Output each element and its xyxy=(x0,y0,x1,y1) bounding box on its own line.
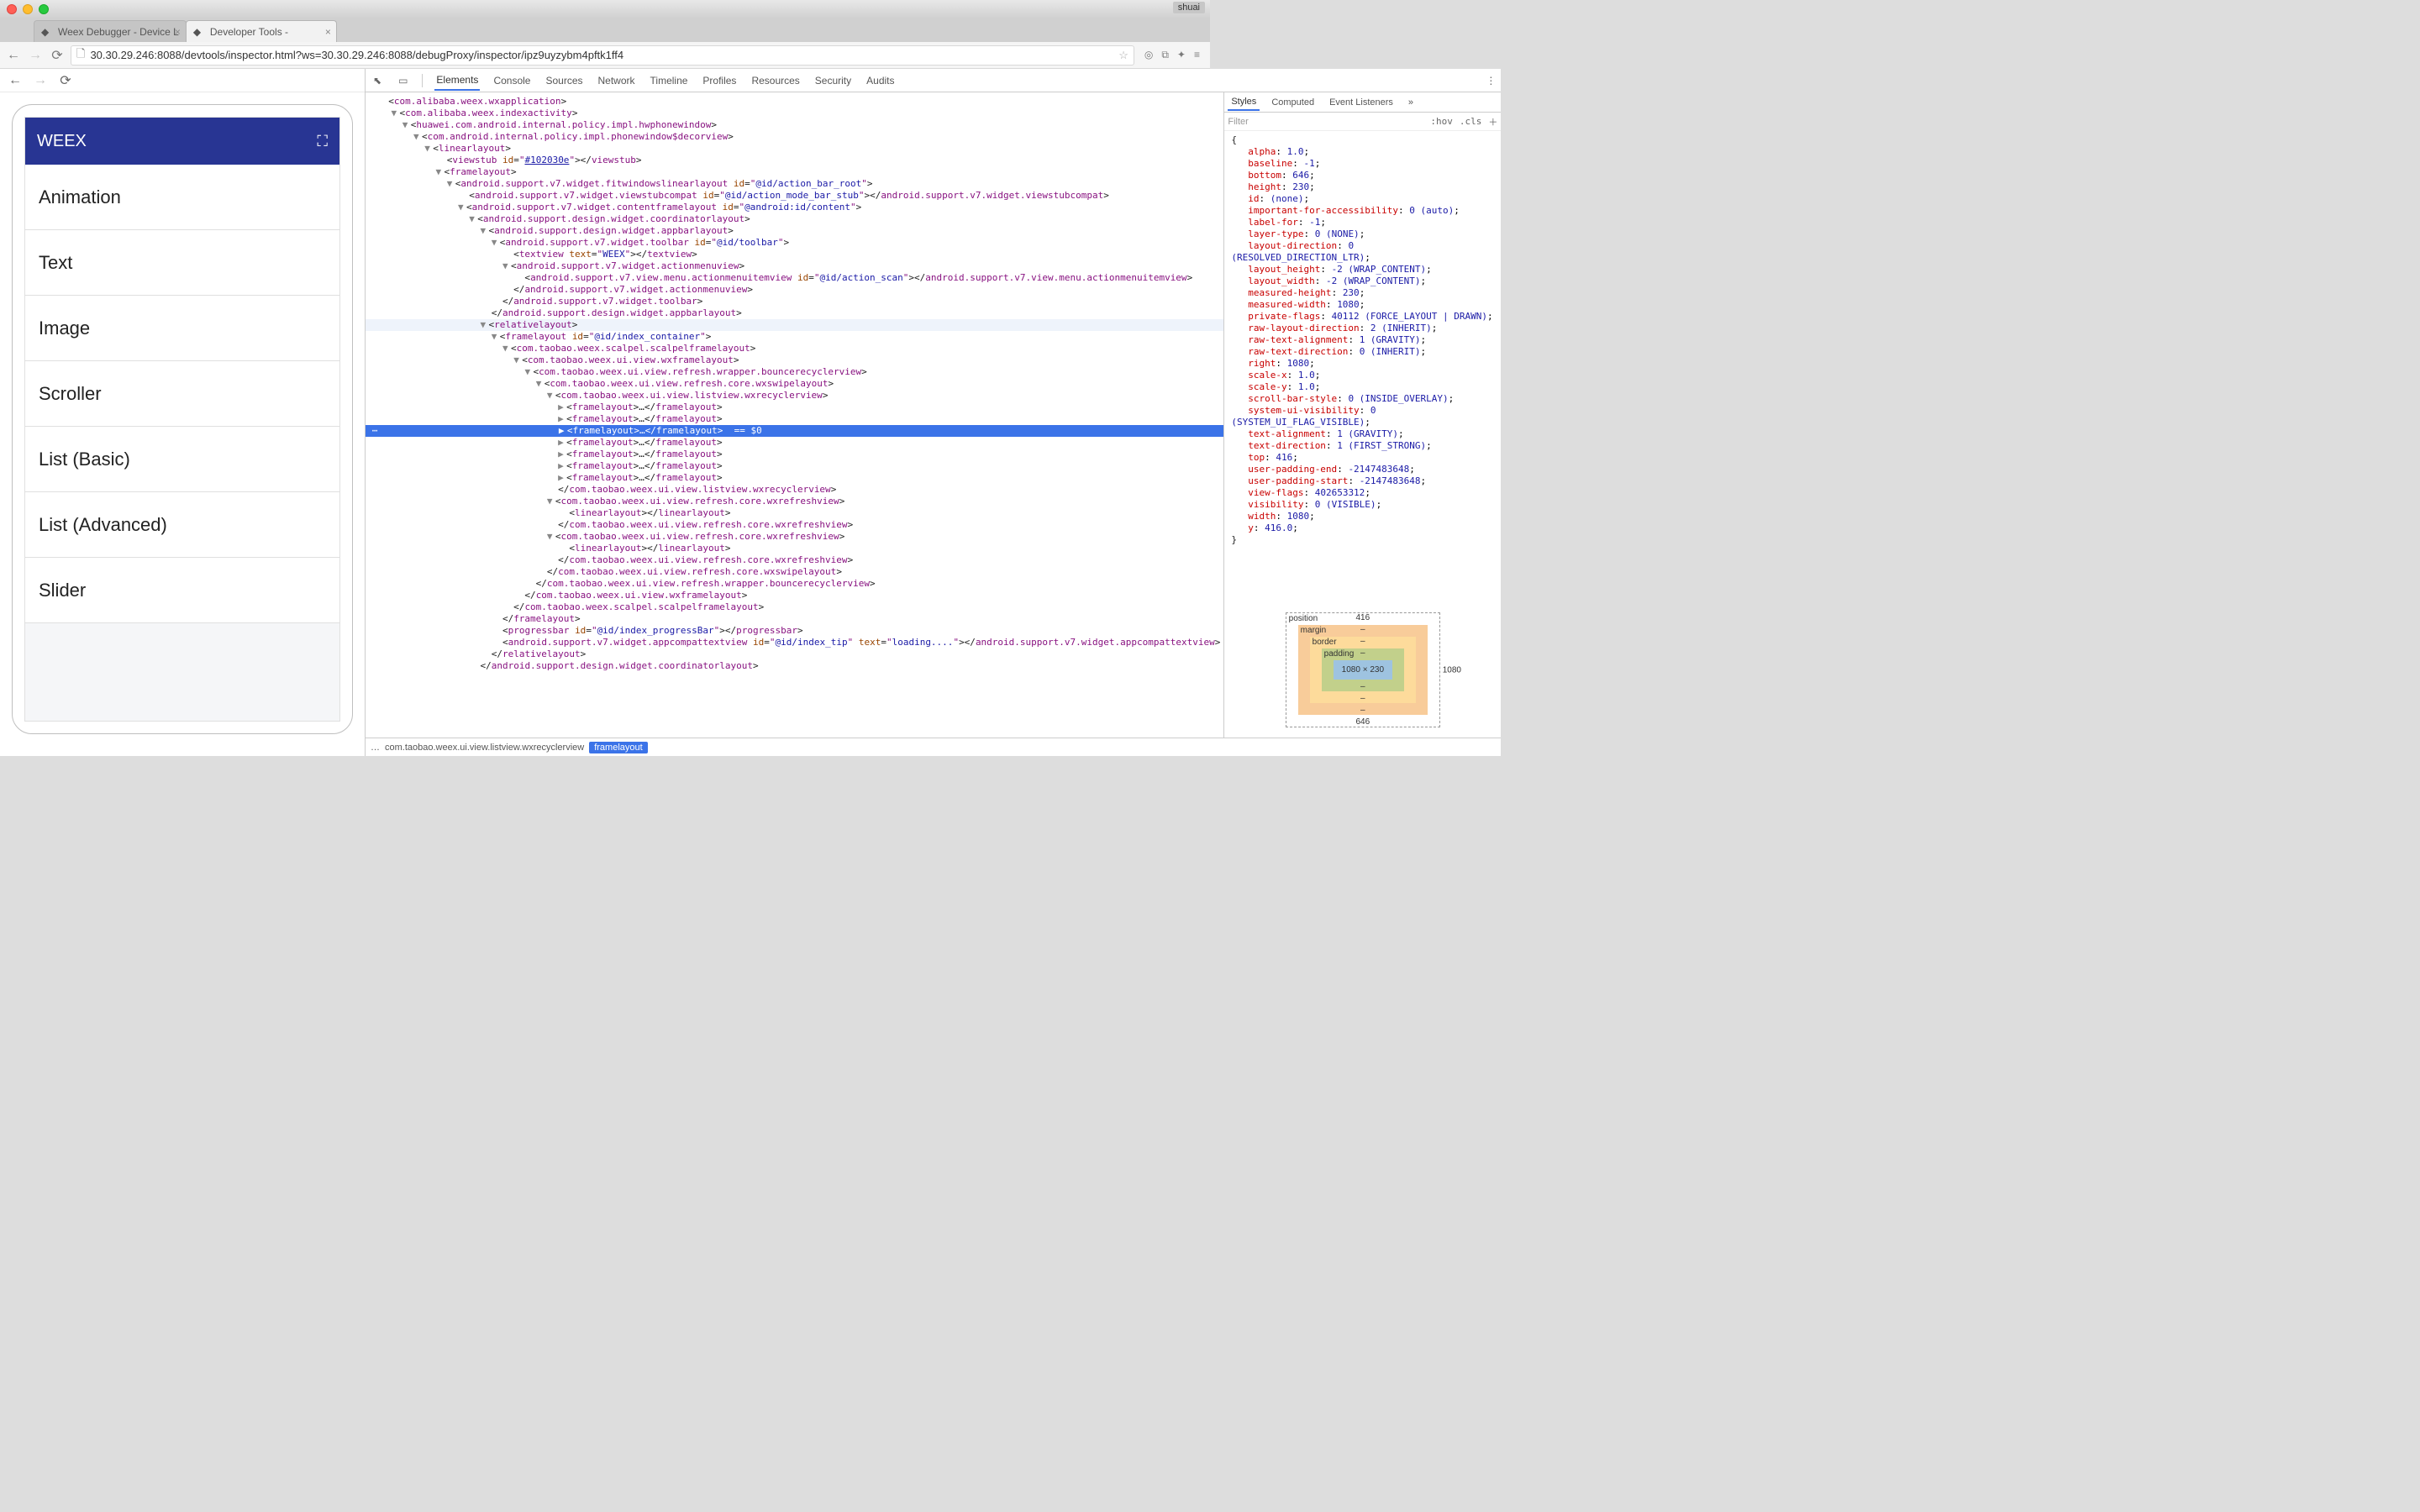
site-info-icon[interactable]: 🗋 xyxy=(76,46,85,65)
tab-console[interactable]: Console xyxy=(492,71,532,90)
devtools-menu-icon[interactable]: ⋮ xyxy=(1486,75,1496,87)
favicon-icon: ◆ xyxy=(193,26,205,38)
box-model-value: – xyxy=(1360,706,1365,715)
box-model-diagram: position 416 1080 646 margin – – border … xyxy=(1224,602,1501,738)
device-preview-pane: ← → ⟳ WEEX ⛶ Animation Text Image Scroll… xyxy=(0,69,365,756)
scan-icon[interactable]: ⛶ xyxy=(317,133,328,150)
extension-icons: ◎ ⧉ ✦ ≡ xyxy=(1139,49,1205,61)
list-item-label: Animation xyxy=(39,186,121,208)
list-item-label: List (Advanced) xyxy=(39,514,167,536)
box-model-value: – xyxy=(1360,694,1365,703)
device-screen[interactable]: WEEX ⛶ Animation Text Image Scroller Lis… xyxy=(24,117,340,722)
tab-elements[interactable]: Elements xyxy=(434,71,480,91)
box-model-border-label: border xyxy=(1313,638,1337,647)
close-tab-icon[interactable]: × xyxy=(175,26,181,38)
tab-security[interactable]: Security xyxy=(813,71,853,90)
tab-profiles[interactable]: Profiles xyxy=(701,71,738,90)
app-title: WEEX xyxy=(37,132,87,151)
breadcrumb-ellipsis[interactable]: … xyxy=(371,743,380,753)
list-item-label: Slider xyxy=(39,580,86,601)
preview-toolbar: ← → ⟳ xyxy=(0,69,365,92)
breadcrumb-current[interactable]: framelayout xyxy=(589,742,647,753)
preview-reload-button[interactable]: ⟳ xyxy=(57,72,74,89)
styles-tab-computed[interactable]: Computed xyxy=(1268,95,1318,110)
styles-filter-input[interactable]: Filter xyxy=(1228,117,1248,127)
list-item[interactable]: List (Advanced) xyxy=(25,492,339,558)
styles-tabbar: Styles Computed Event Listeners » xyxy=(1224,92,1501,113)
forward-button[interactable]: → xyxy=(27,47,44,64)
tab-title: Weex Debugger - Device L xyxy=(58,26,179,38)
zoom-window-button[interactable] xyxy=(39,4,49,14)
box-model-value: – xyxy=(1360,625,1365,634)
styles-filter-bar: Filter :hov .cls ＋ xyxy=(1224,113,1501,131)
box-model-margin-label: margin xyxy=(1301,626,1327,635)
box-model-value: – xyxy=(1360,648,1365,658)
list-item[interactable]: Scroller xyxy=(25,361,339,427)
browser-tab-devtools[interactable]: ◆ Developer Tools - × xyxy=(186,20,337,42)
extension-icon[interactable]: ✦ xyxy=(1177,49,1186,61)
address-bar: ← → ⟳ 🗋 30.30.29.246:8088/devtools/inspe… xyxy=(0,42,1210,69)
styles-tab-event-listeners[interactable]: Event Listeners xyxy=(1326,95,1397,110)
app-header: WEEX ⛶ xyxy=(25,118,339,165)
list-item[interactable]: Slider xyxy=(25,558,339,623)
box-model-position-top: 416 xyxy=(1355,613,1370,622)
traffic-lights xyxy=(7,4,49,14)
box-model-position-right: 1080 xyxy=(1443,665,1461,675)
chrome-menu-icon[interactable]: ≡ xyxy=(1194,49,1200,61)
list-item[interactable]: List (Basic) xyxy=(25,427,339,492)
list-item[interactable]: Text xyxy=(25,230,339,296)
list-item[interactable]: Image xyxy=(25,296,339,361)
preview-back-button[interactable]: ← xyxy=(7,72,24,89)
devtools-panel: ⬉ ▭ Elements Console Sources Network Tim… xyxy=(365,69,1501,756)
box-model-position-bottom: 646 xyxy=(1355,717,1370,727)
cls-toggle[interactable]: .cls xyxy=(1460,116,1482,127)
styles-properties[interactable]: { alpha: 1.0; baseline: -1; bottom: 646;… xyxy=(1224,131,1501,602)
hov-toggle[interactable]: :hov xyxy=(1430,116,1453,127)
tab-timeline[interactable]: Timeline xyxy=(649,71,690,90)
box-model-value: – xyxy=(1360,637,1365,646)
list-item-label: Text xyxy=(39,252,72,274)
minimize-window-button[interactable] xyxy=(23,4,33,14)
tab-resources[interactable]: Resources xyxy=(750,71,801,90)
device-toolbar-icon[interactable]: ▭ xyxy=(396,75,410,87)
url-text: 30.30.29.246:8088/devtools/inspector.htm… xyxy=(90,49,623,61)
profile-badge[interactable]: shuai xyxy=(1173,2,1205,13)
window-titlebar: shuai xyxy=(0,0,1210,18)
browser-tabstrip: ◆ Weex Debugger - Device L × ◆ Developer… xyxy=(0,18,1210,42)
breadcrumb-parent[interactable]: com.taobao.weex.ui.view.listview.wxrecyc… xyxy=(385,743,584,753)
devtools-tabbar: ⬉ ▭ Elements Console Sources Network Tim… xyxy=(366,69,1501,92)
tab-sources[interactable]: Sources xyxy=(544,71,584,90)
bookmark-star-icon[interactable]: ☆ xyxy=(1118,49,1128,62)
inspect-element-icon[interactable]: ⬉ xyxy=(371,75,384,87)
box-model-content: 1080 × 230 xyxy=(1334,660,1392,680)
styles-tab-more-icon[interactable]: » xyxy=(1405,95,1417,110)
device-frame: WEEX ⛶ Animation Text Image Scroller Lis… xyxy=(12,104,353,734)
list-item-label: List (Basic) xyxy=(39,449,130,470)
separator xyxy=(422,74,423,87)
preview-forward-button[interactable]: → xyxy=(32,72,49,89)
back-button[interactable]: ← xyxy=(5,47,22,64)
styles-pane: Styles Computed Event Listeners » Filter… xyxy=(1223,92,1501,738)
list-item-label: Image xyxy=(39,318,90,339)
styles-tab-styles[interactable]: Styles xyxy=(1228,94,1260,111)
box-model-padding-label: padding xyxy=(1324,649,1355,659)
box-model-position-label: position xyxy=(1289,614,1318,623)
tab-network[interactable]: Network xyxy=(597,71,637,90)
omnibox[interactable]: 🗋 30.30.29.246:8088/devtools/inspector.h… xyxy=(71,45,1134,66)
new-style-rule-icon[interactable]: ＋ xyxy=(1488,115,1497,129)
reload-button[interactable]: ⟳ xyxy=(49,47,66,64)
list-item[interactable]: Animation xyxy=(25,165,339,230)
elements-tree[interactable]: <com.alibaba.weex.wxapplication> ▼<com.a… xyxy=(366,92,1223,738)
browser-tab-weex-debugger[interactable]: ◆ Weex Debugger - Device L × xyxy=(34,20,187,42)
favicon-icon: ◆ xyxy=(41,26,53,38)
close-window-button[interactable] xyxy=(7,4,17,14)
elements-breadcrumb[interactable]: … com.taobao.weex.ui.view.listview.wxrec… xyxy=(366,738,1501,756)
extension-icon[interactable]: ◎ xyxy=(1144,49,1153,61)
tab-title: Developer Tools - xyxy=(210,26,288,38)
list-item-label: Scroller xyxy=(39,383,102,405)
box-model-value: – xyxy=(1360,682,1365,691)
close-tab-icon[interactable]: × xyxy=(325,26,331,38)
tab-audits[interactable]: Audits xyxy=(865,71,896,90)
extension-icon[interactable]: ⧉ xyxy=(1161,49,1169,61)
